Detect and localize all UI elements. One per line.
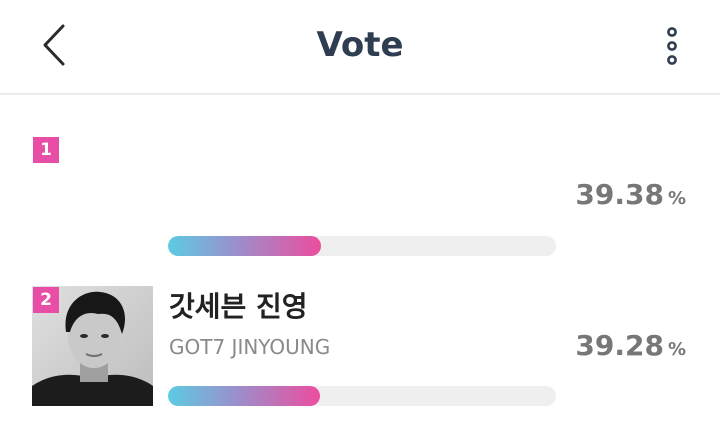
candidate-group: GOT7 JINYOUNG <box>169 335 331 359</box>
vote-progress-track <box>168 236 556 256</box>
vote-progress-fill <box>168 386 321 406</box>
more-options-button[interactable] <box>652 22 692 70</box>
percentage-value: 39.38 <box>575 178 664 211</box>
candidate-name: 갓세븐 진영 <box>169 290 308 323</box>
more-vertical-icon <box>667 27 677 65</box>
percentage-unit: % <box>667 188 686 209</box>
percentage-unit: % <box>667 339 686 360</box>
vote-percentage: 39.38% <box>575 177 686 217</box>
rank-badge: 2 <box>33 287 59 313</box>
vote-progress-fill <box>168 236 321 256</box>
rank-badge: 1 <box>33 137 59 163</box>
app-header: Vote <box>0 0 720 95</box>
vote-percentage: 39.28% <box>575 328 686 368</box>
percentage-value: 39.28 <box>575 329 664 362</box>
page-title: Vote <box>316 25 404 65</box>
vote-progress-track <box>168 386 556 406</box>
